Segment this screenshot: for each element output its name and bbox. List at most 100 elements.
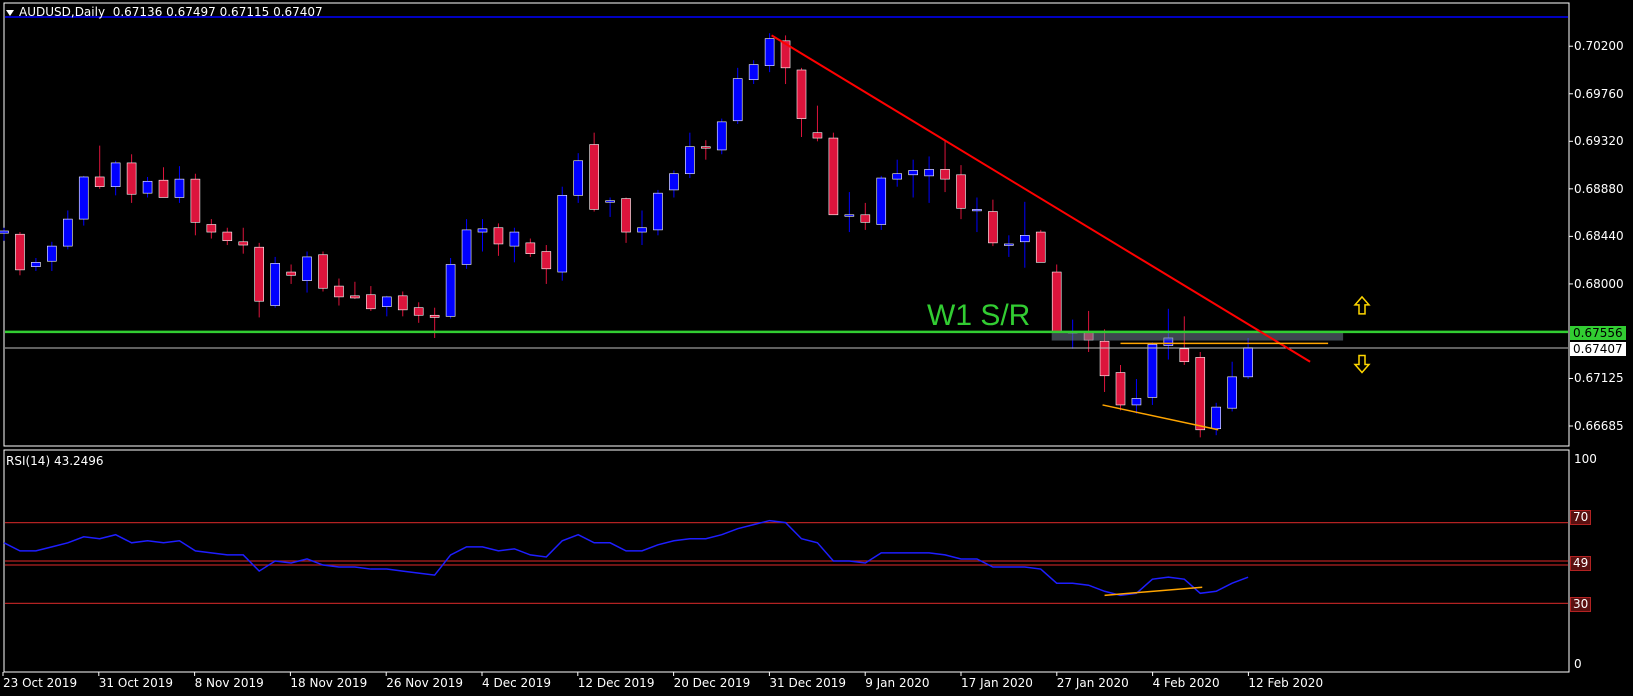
candle-body [318, 254, 328, 289]
candle-body [366, 294, 376, 310]
candle-body [685, 146, 695, 175]
candle-body [876, 177, 887, 225]
candle-body [812, 132, 823, 139]
candle [653, 189, 663, 236]
dropdown-triangle-icon[interactable] [6, 9, 14, 16]
chart-canvas[interactable] [0, 0, 1633, 696]
candle [1035, 229, 1046, 263]
candle-body [0, 230, 9, 234]
candle-body [461, 229, 472, 265]
candle-body [286, 271, 296, 276]
candle-body [142, 180, 153, 194]
candle-body [589, 144, 599, 210]
rsi-level-70-tag: 70 [1570, 510, 1592, 525]
candle-body [557, 195, 568, 273]
candle-body [190, 178, 201, 223]
candle-body [15, 233, 25, 271]
candle-body [62, 218, 73, 247]
price-tick-label: 0.70200 [1574, 39, 1624, 54]
candle-body [637, 227, 647, 233]
date-tick-label: 20 Dec 2019 [673, 676, 751, 690]
low-value: 0.67115 [219, 5, 270, 19]
candle-body [1147, 344, 1158, 398]
candle [876, 175, 887, 230]
candle-body [1211, 406, 1221, 430]
candle-body [1227, 376, 1237, 409]
candle-body [573, 160, 584, 196]
candle-body [748, 64, 759, 81]
candle-body [397, 295, 408, 311]
price-tick-label: 0.69320 [1574, 134, 1624, 149]
date-tick-label: 26 Nov 2019 [386, 676, 464, 690]
chart-header: AUDUSD,Daily 0.67136 0.67497 0.67115 0.6… [6, 5, 323, 19]
candle-body [238, 241, 249, 246]
candle [573, 153, 584, 203]
candle-body [1195, 357, 1206, 431]
candle-body [653, 192, 663, 231]
rsi-title: RSI(14) 43.2496 [6, 454, 104, 468]
candle [828, 132, 839, 216]
candle [445, 257, 456, 319]
candle [1051, 264, 1062, 333]
rsi-axis-0: 0 [1574, 657, 1582, 671]
candle-body [302, 256, 312, 281]
candle-body [1115, 372, 1126, 406]
main-pane-frame [3, 2, 1570, 447]
candle-body [206, 224, 217, 233]
candle-body [350, 295, 360, 299]
price-tick-label: 0.68000 [1574, 276, 1624, 291]
candle-body [988, 211, 998, 244]
candle-body [493, 227, 504, 245]
candle-body [908, 170, 918, 176]
candle-body [174, 178, 185, 198]
price-tick-label: 0.68440 [1574, 229, 1624, 244]
candle [589, 132, 599, 212]
candle-body [892, 173, 903, 180]
date-tick-label: 27 Jan 2020 [1056, 676, 1129, 690]
price-tick-label: 0.68880 [1574, 181, 1624, 196]
candle [270, 256, 280, 308]
candle-body [254, 246, 264, 302]
candle-body [844, 214, 855, 217]
candle-body [732, 78, 743, 122]
rsi-level-30-tag: 30 [1570, 597, 1592, 612]
candle-body [525, 242, 536, 254]
candle-body [429, 314, 440, 318]
candle-body [78, 176, 89, 220]
candle-body [1243, 347, 1253, 378]
close-value: 0.67407 [273, 5, 323, 19]
candle [15, 232, 25, 276]
candle-body [477, 228, 488, 233]
candle-body [764, 38, 775, 66]
date-tick-label: 4 Feb 2020 [1152, 676, 1220, 690]
sr-price-tag: 0.67556 [1570, 326, 1626, 340]
candle [557, 186, 568, 281]
candle-body [1099, 340, 1110, 377]
candle-body [334, 285, 344, 298]
candle-body [828, 137, 839, 216]
candle-body [126, 162, 137, 195]
candle [318, 251, 328, 292]
candle-body [924, 169, 934, 177]
candle-body [1051, 271, 1062, 332]
candle-body [796, 69, 807, 119]
candle-body [605, 200, 615, 203]
date-tick-label: 31 Oct 2019 [98, 676, 173, 690]
candle-body [1179, 348, 1190, 363]
candle-body [700, 146, 711, 149]
date-tick-label: 12 Feb 2020 [1248, 676, 1324, 690]
candle [78, 175, 89, 226]
candle-body [94, 176, 105, 187]
date-tick-label: 31 Dec 2019 [769, 676, 847, 690]
candle-body [158, 179, 169, 198]
date-tick-label: 12 Dec 2019 [577, 676, 655, 690]
candle-body [445, 264, 456, 317]
candle-body [1019, 235, 1030, 243]
candle-body [972, 209, 982, 212]
candle-body [413, 307, 424, 316]
candle-body [1004, 243, 1014, 246]
sr-zone [1051, 331, 1344, 341]
candle-body [621, 198, 631, 233]
candle [1147, 342, 1158, 405]
open-value: 0.67136 [112, 5, 163, 19]
